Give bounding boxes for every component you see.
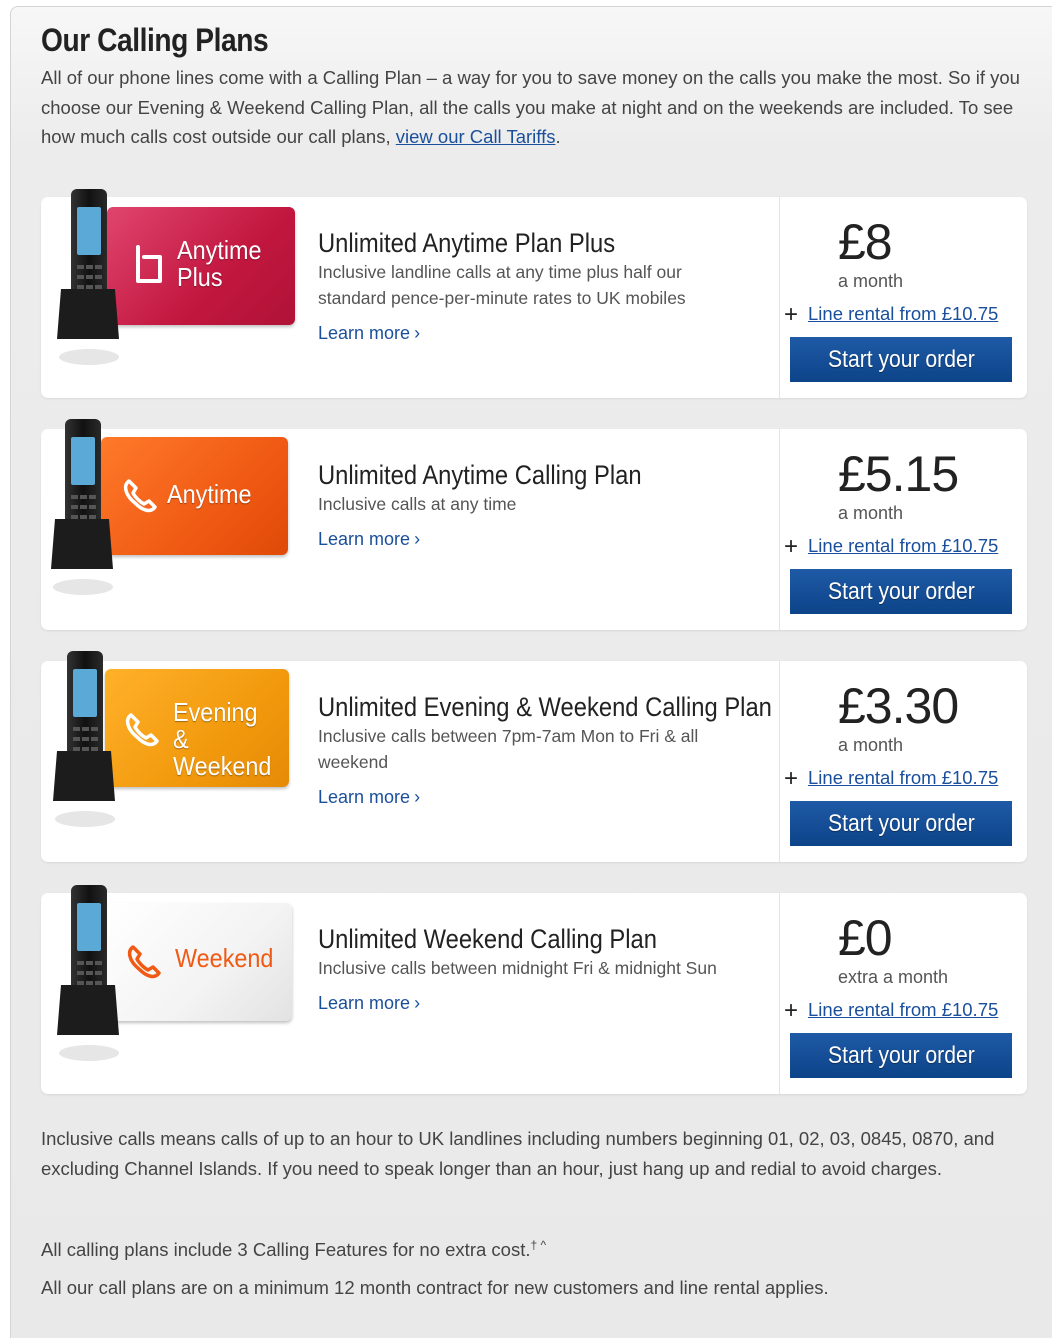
plan-name: Unlimited Weekend Calling Plan (318, 924, 657, 954)
contract-note: All our call plans are on a minimum 12 m… (41, 1277, 829, 1298)
learn-more-link[interactable]: Learn more › (318, 993, 420, 1014)
plus-icon: + (784, 997, 799, 1024)
plus-icon: + (784, 765, 799, 792)
plan-name: Unlimited Evening & Weekend Calling Plan (318, 692, 772, 722)
calling-features-note: All calling plans include 3 Calling Feat… (41, 1238, 547, 1261)
inclusive-calls-note: Inclusive calls means calls of up to an … (41, 1128, 995, 1179)
line-rental-link[interactable]: Line rental from £10.75 (808, 303, 998, 324)
line-rental-row: + Line rental from £10.75 (784, 763, 998, 792)
line-rental-row: + Line rental from £10.75 (784, 299, 998, 328)
cordless-phone-image (57, 885, 119, 1061)
start-order-button[interactable]: Start your order (790, 801, 1012, 846)
chevron-right-icon: › (414, 993, 421, 1013)
card-divider (779, 893, 780, 1094)
start-order-button[interactable]: Start your order (790, 569, 1012, 614)
chevron-right-icon: › (414, 787, 421, 807)
plan-description: Inclusive calls between 7pm-7am Mon to F… (318, 726, 699, 772)
footnote-markers: † ^ (530, 1238, 547, 1252)
plan-description: Inclusive landline calls at any time plu… (318, 262, 686, 308)
learn-more-link[interactable]: Learn more › (318, 529, 420, 550)
learn-more-link[interactable]: Learn more › (318, 787, 420, 808)
card-divider (779, 429, 780, 630)
call-tariffs-link[interactable]: view our Call Tariffs (396, 126, 556, 147)
price-period: a month (838, 503, 904, 523)
plan-price: £5.15 (838, 446, 959, 502)
phone-handset-icon (123, 479, 157, 513)
plan-price: £0 (838, 910, 893, 966)
line-rental-link[interactable]: Line rental from £10.75 (808, 535, 998, 556)
price-period: a month (838, 271, 904, 291)
chevron-right-icon: › (414, 529, 421, 549)
plus-icon: + (784, 301, 799, 328)
plan-card-weekend: Weekend Unlimited Weekend Calling Plan I… (41, 885, 1027, 1094)
price-period: a month (838, 735, 904, 755)
page-title: Our Calling Plans (41, 22, 269, 58)
price-period: extra a month (838, 967, 949, 987)
chevron-right-icon: › (414, 323, 421, 343)
plan-description: Inclusive calls at any time (318, 494, 517, 514)
cordless-phone-image (51, 419, 113, 595)
line-rental-row: + Line rental from £10.75 (784, 531, 998, 560)
plan-price: £8 (838, 214, 893, 270)
start-order-button[interactable]: Start your order (790, 337, 1012, 382)
line-rental-link[interactable]: Line rental from £10.75 (808, 999, 998, 1020)
card-divider (779, 197, 780, 398)
plus-icon: + (784, 533, 799, 560)
evening-weekend-badge: Evening & Weekend (105, 669, 289, 787)
phone-handset-icon (127, 945, 161, 979)
plan-price: £3.30 (838, 678, 959, 734)
phone-handset-icon (125, 713, 159, 747)
plan-name: Unlimited Anytime Plan Plus (318, 228, 616, 258)
plan-description: Inclusive calls between midnight Fri & m… (318, 958, 717, 978)
weekend-badge: Weekend (107, 903, 292, 1021)
intro-text: All of our phone lines come with a Calli… (41, 67, 1020, 147)
plan-card-evening-weekend: Evening & Weekend Unlimited Evening & Wee… (41, 651, 1027, 862)
line-rental-link[interactable]: Line rental from £10.75 (808, 767, 998, 788)
plan-card-anytime-plus: Anytime Plus Unlimited Anytime Plan Plus … (41, 189, 1027, 398)
anytime-badge: Anytime (101, 437, 288, 555)
line-rental-row: + Line rental from £10.75 (784, 995, 998, 1024)
cordless-phone-image (53, 651, 115, 827)
landline-icon (136, 245, 162, 283)
card-divider (779, 661, 780, 862)
anytime-plus-badge: Anytime Plus (107, 207, 295, 325)
plan-name: Unlimited Anytime Calling Plan (318, 460, 642, 490)
plan-card-anytime: Anytime Unlimited Anytime Calling Plan I… (41, 419, 1027, 630)
start-order-button[interactable]: Start your order (790, 1033, 1012, 1078)
learn-more-link[interactable]: Learn more › (318, 323, 420, 344)
cordless-phone-image (57, 189, 119, 365)
